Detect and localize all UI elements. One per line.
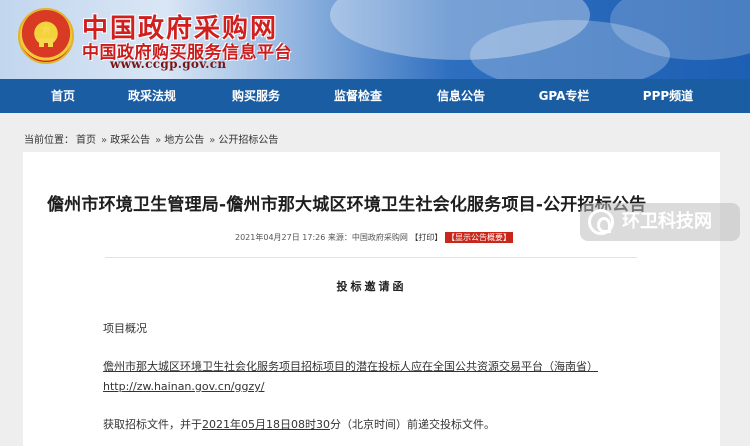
article-source: 来源：中国政府采购网 bbox=[327, 233, 408, 242]
section-heading: 投标邀请函 bbox=[336, 280, 407, 293]
breadcrumb-gov-procurement[interactable]: 政采公告 bbox=[110, 135, 150, 146]
nav-item-gpa[interactable]: GPA专栏 bbox=[519, 79, 609, 113]
emblem-gate-icon bbox=[37, 22, 55, 47]
breadcrumb-separator: » bbox=[155, 135, 162, 146]
breadcrumb-separator: » bbox=[101, 135, 108, 146]
site-banner: 中国政府采购网 中国政府购买服务信息平台 www.ccgp.gov.cn bbox=[0, 0, 750, 79]
project-overview-label: 项目概况 bbox=[103, 322, 147, 335]
title-divider bbox=[105, 257, 637, 258]
breadcrumb-prefix: 当前位置： bbox=[24, 135, 74, 146]
article-card: 儋州市环境卫生管理局-儋州市那大城区环境卫生社会化服务项目-公开招标公告 202… bbox=[23, 152, 720, 446]
breadcrumb-local[interactable]: 地方公告 bbox=[164, 135, 204, 146]
trading-platform-link[interactable]: http://zw.hainan.gov.cn/ggzy/ bbox=[103, 380, 264, 393]
article-meta: 2021年04月27日 17:26 来源：中国政府采购网 【打印】 【显示公告概… bbox=[235, 232, 513, 243]
bid-deadline-date: 2021年05月18日08时30 bbox=[202, 418, 330, 431]
breadcrumb: 当前位置： 首页» 政采公告» 地方公告» 公开招标公告 bbox=[24, 131, 280, 146]
nav-item-supervision[interactable]: 监督检查 bbox=[313, 79, 403, 113]
bid-deadline-suffix: 分（北京时间）前递交投标文件。 bbox=[329, 418, 495, 431]
bid-deadline-text: 获取招标文件，并于2021年05月18日08时30分（北京时间）前递交投标文件。 bbox=[103, 416, 495, 432]
nav-item-regulations[interactable]: 政采法规 bbox=[107, 79, 197, 113]
bid-deadline-prefix: 获取招标文件，并于 bbox=[103, 418, 202, 431]
national-emblem-icon[interactable] bbox=[18, 8, 74, 64]
publish-date: 2021年04月27日 17:26 bbox=[235, 233, 326, 242]
nav-item-announcements[interactable]: 信息公告 bbox=[416, 79, 506, 113]
breadcrumb-home[interactable]: 首页 bbox=[76, 135, 96, 146]
watermark: 环卫科技网 bbox=[580, 203, 740, 241]
site-url[interactable]: www.ccgp.gov.cn bbox=[110, 57, 226, 71]
nav-item-ppp[interactable]: PPP频道 bbox=[623, 79, 713, 113]
main-nav: 首页 政采法规 购买服务 监督检查 信息公告 GPA专栏 PPP频道 bbox=[0, 79, 750, 113]
watermark-text: 环卫科技网 bbox=[622, 211, 712, 232]
nav-item-purchase-services[interactable]: 购买服务 bbox=[211, 79, 301, 113]
show-summary-button[interactable]: 【显示公告概要】 bbox=[444, 232, 513, 243]
print-button[interactable]: 【打印】 bbox=[410, 233, 442, 242]
bidder-notice-link[interactable]: 儋州市那大城区环境卫生社会化服务项目招标项目的潜在投标人应在全国公共资源交易平台… bbox=[103, 358, 598, 374]
breadcrumb-open-tender[interactable]: 公开招标公告 bbox=[218, 135, 278, 146]
breadcrumb-separator: » bbox=[209, 135, 216, 146]
leaf-logo-icon bbox=[588, 209, 614, 235]
nav-item-home[interactable]: 首页 bbox=[18, 79, 108, 113]
